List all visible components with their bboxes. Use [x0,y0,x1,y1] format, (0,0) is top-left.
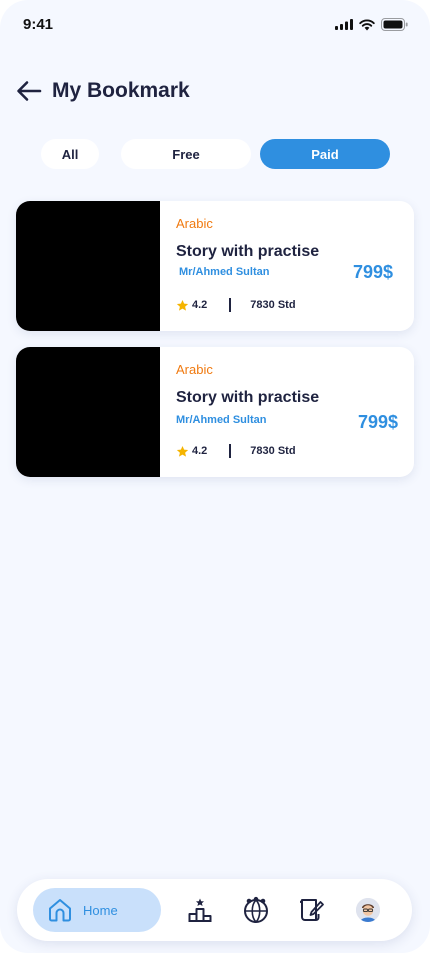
course-category: Arabic [176,216,213,231]
course-rating: 4.2 [192,445,208,457]
course-rating: 4.2 [192,299,208,311]
course-card[interactable]: Arabic Story with practise Mr/Ahmed Sult… [16,201,414,331]
course-card[interactable]: Arabic Story with practise Mr/Ahmed Sult… [16,347,414,477]
star-icon [176,299,189,311]
globe-people-icon [244,896,268,923]
nav-leaderboard-button[interactable] [186,896,214,924]
page-header: My Bookmark [16,76,190,106]
nav-certificate-button[interactable] [298,896,326,924]
profile-avatar[interactable] [356,898,380,922]
cellular-signal-icon [335,19,353,30]
battery-icon [381,18,408,31]
course-thumbnail [16,347,160,477]
meta-divider [229,298,232,312]
course-category: Arabic [176,362,213,377]
avatar-icon [356,898,380,922]
star-icon [176,445,189,457]
course-students: 7830 Std [250,299,296,311]
status-icons [335,18,408,31]
course-instructor: Mr/Ahmed Sultan [179,266,270,278]
bottom-navigation: Home [17,879,412,941]
nav-home-button[interactable]: Home [33,888,161,932]
wifi-icon [359,19,375,30]
course-price: 799$ [358,412,399,432]
nav-home-label: Home [83,902,118,918]
course-title: Story with practise [176,243,320,260]
course-meta: 4.2 7830 Std [176,444,296,458]
meta-divider [229,444,232,458]
course-meta: 4.2 7830 Std [176,298,296,312]
course-thumbnail [16,201,160,331]
tab-all[interactable]: All [41,139,99,169]
home-icon [49,899,71,922]
course-price: 799$ [353,262,394,282]
course-students: 7830 Std [250,445,296,457]
tab-free[interactable]: Free [121,139,251,169]
podium-icon [188,898,212,922]
back-button[interactable] [16,76,42,106]
course-instructor: Mr/Ahmed Sultan [176,414,267,426]
tab-paid[interactable]: Paid [260,139,390,169]
phone-screen: 9:41 My Bookmark All Free Paid Arabic St… [0,0,430,953]
status-time: 9:41 [23,16,54,33]
arrow-left-icon [17,81,42,101]
page-title: My Bookmark [52,79,190,102]
scroll-pen-icon [299,899,324,921]
course-title: Story with practise [176,389,320,406]
nav-community-button[interactable] [242,896,270,924]
